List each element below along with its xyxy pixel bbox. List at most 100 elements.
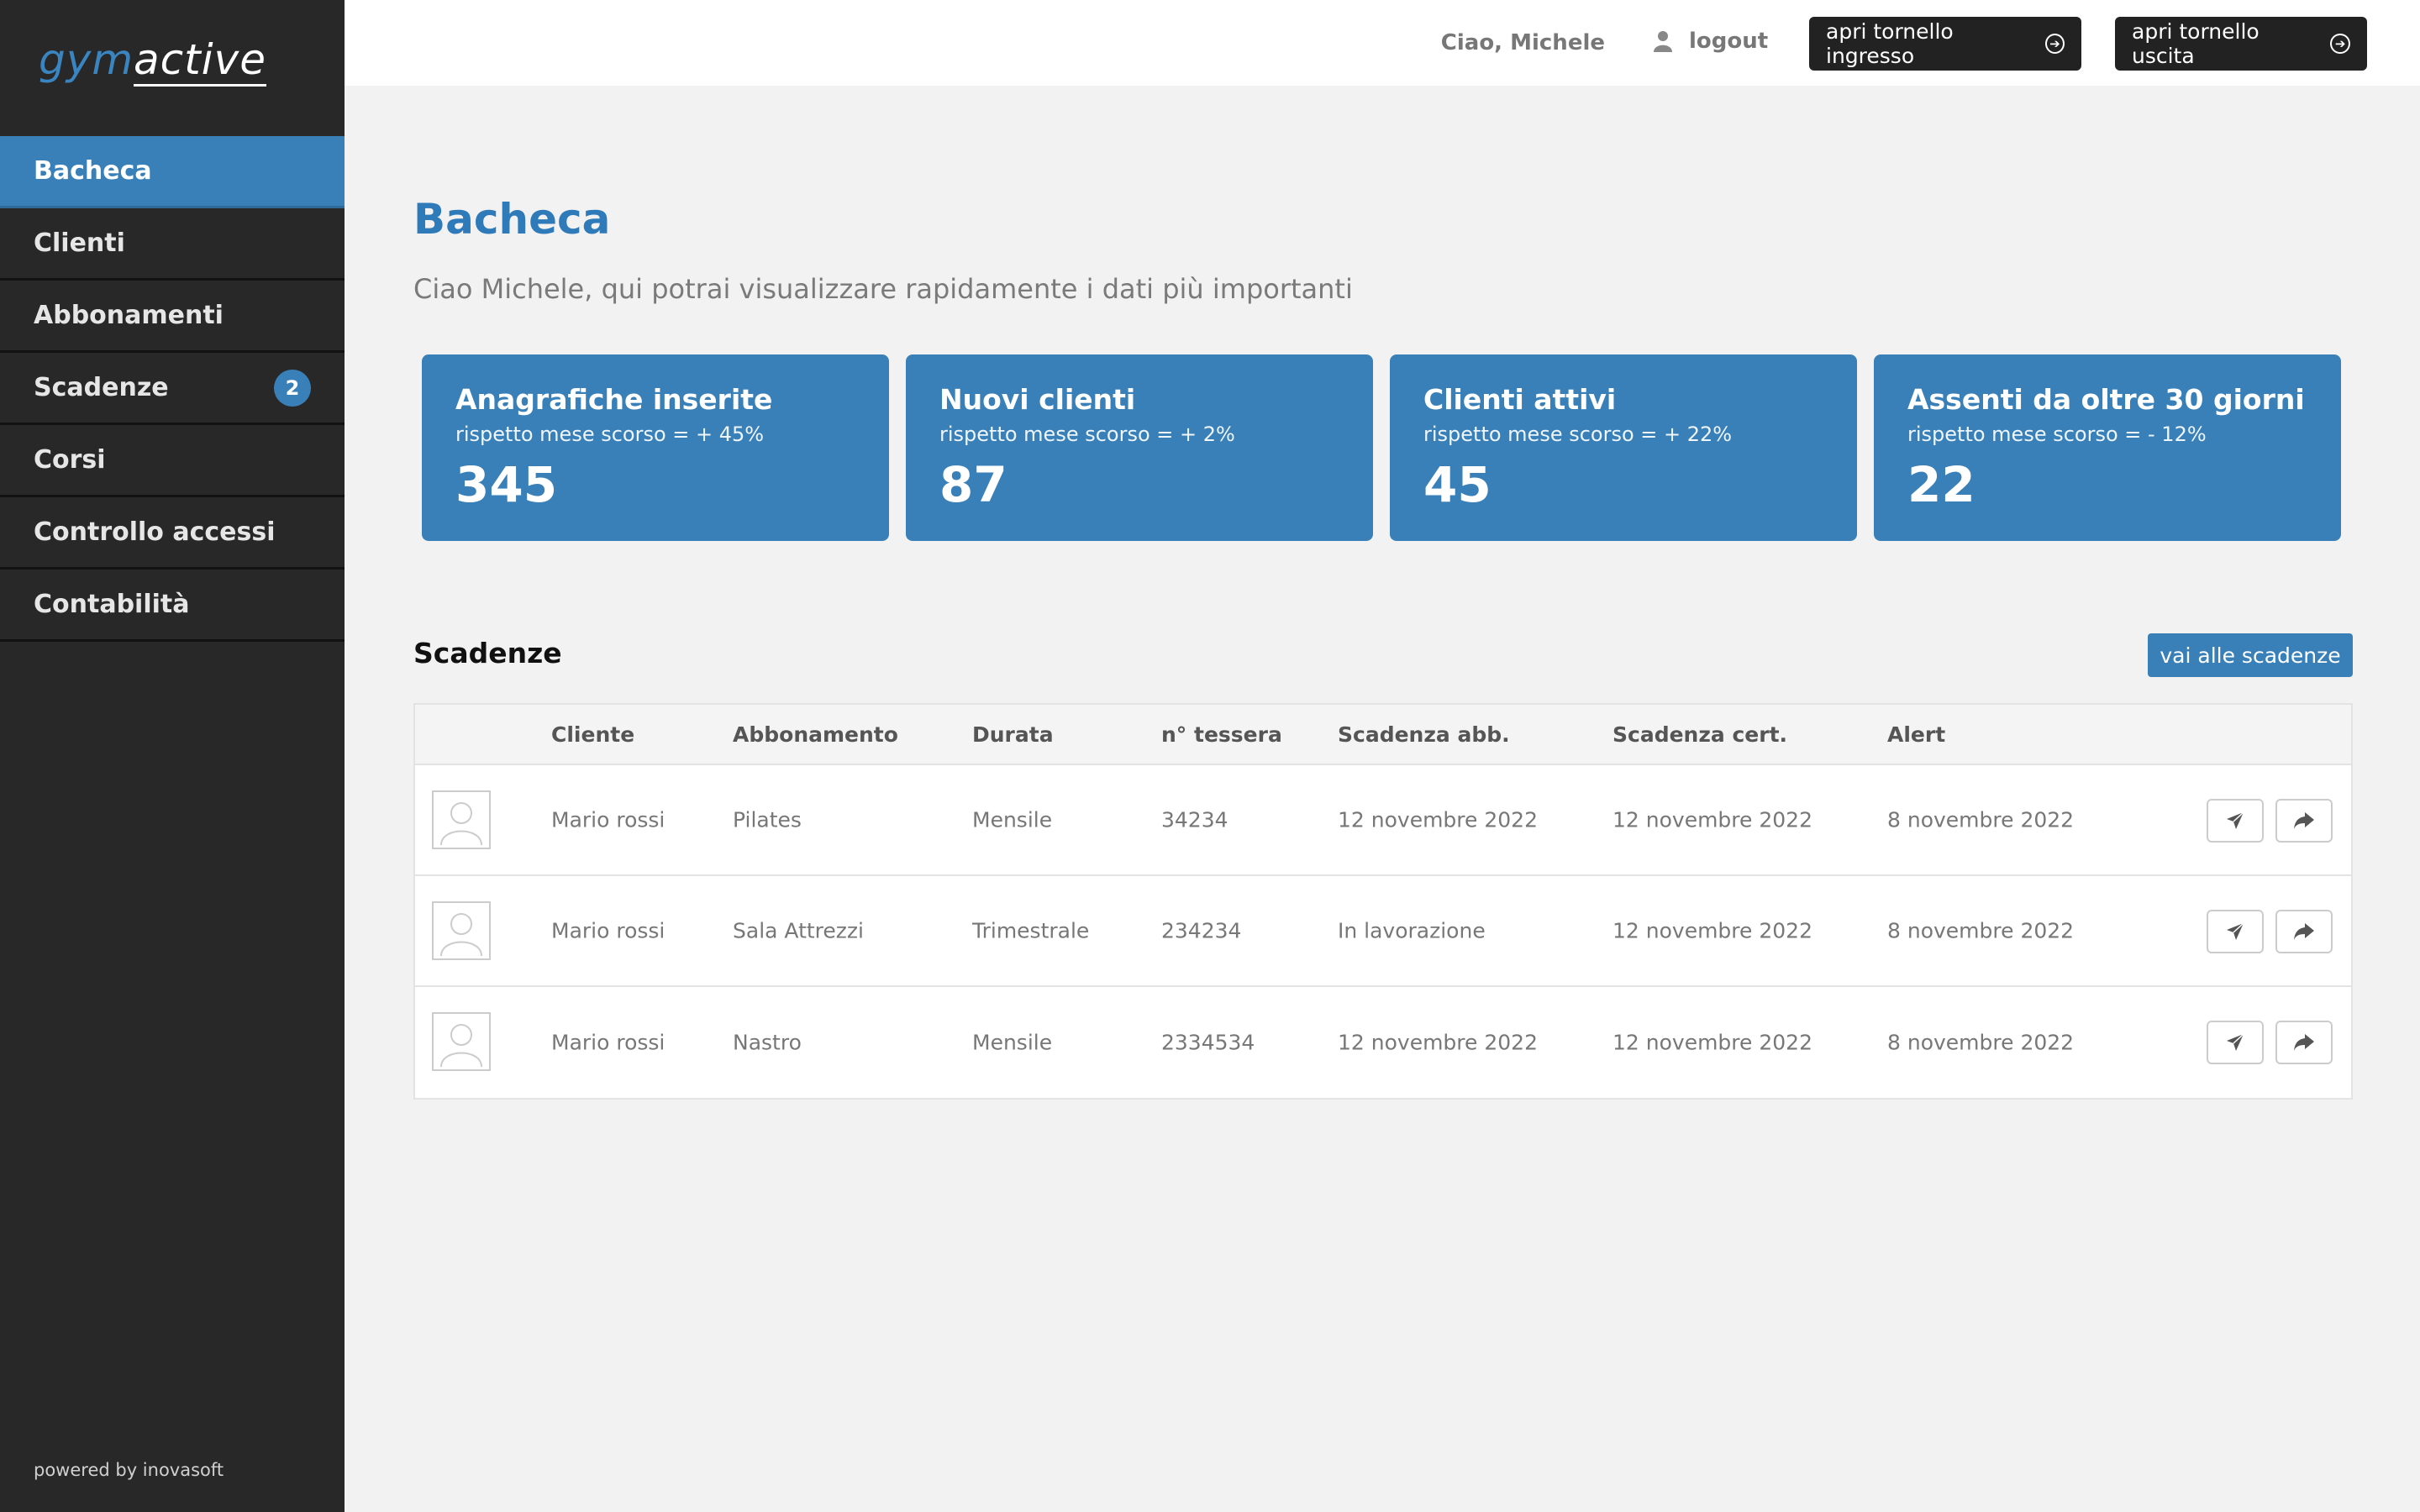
sidebar-item-label: Contabilità (34, 590, 190, 619)
page-title: Bacheca (413, 195, 611, 244)
cell-scadenza-cert: 12 novembre 2022 (1612, 807, 1812, 832)
open-exit-label: apri tornello uscita (2132, 19, 2260, 68)
stat-card-title: Nuovi clienti (939, 383, 1136, 416)
cell-abbonamento: Sala Attrezzi (733, 918, 864, 943)
stat-card-assenti: Assenti da oltre 30 giorni rispetto mese… (1874, 354, 2341, 541)
column-header-scadenza-abb[interactable]: Scadenza abb. (1338, 722, 1510, 747)
stat-card-value: 87 (939, 456, 1007, 513)
scadenze-count-badge: 2 (274, 369, 311, 407)
open-entrance-turnstile-button[interactable]: apri tornello ingresso ➔ (1809, 17, 2081, 71)
table-header: Cliente Abbonamento Durata n° tessera Sc… (415, 705, 2351, 765)
user-placeholder-icon (440, 802, 482, 845)
logout-link[interactable]: logout (1654, 29, 1768, 54)
cell-scadenza-cert: 12 novembre 2022 (1612, 1030, 1812, 1055)
column-header-abbonamento[interactable]: Abbonamento (733, 722, 898, 747)
go-to-scadenze-button[interactable]: vai alle scadenze (2148, 633, 2353, 677)
scadenze-section-title: Scadenze (413, 637, 562, 669)
sidebar: gymactive Bacheca Clienti Abbonamenti Sc… (0, 0, 345, 1512)
column-header-cliente[interactable]: Cliente (551, 722, 634, 747)
cell-cliente: Mario rossi (551, 1030, 666, 1055)
column-header-tessera[interactable]: n° tessera (1161, 722, 1282, 747)
cell-scadenza-cert: 12 novembre 2022 (1612, 918, 1812, 943)
stat-card-subtitle: rispetto mese scorso = + 45% (455, 423, 765, 446)
brand-part-gym: gym (39, 35, 134, 84)
column-header-durata[interactable]: Durata (972, 722, 1054, 747)
top-bar: Ciao, Michele logout apri tornello ingre… (345, 0, 2420, 86)
send-button[interactable] (2207, 799, 2264, 843)
paper-plane-icon (2227, 811, 2244, 829)
stat-card-clienti-attivi: Clienti attivi rispetto mese scorso = + … (1390, 354, 1857, 541)
sidebar-item-label: Abbonamenti (34, 301, 224, 330)
cell-alert: 8 novembre 2022 (1887, 807, 2075, 832)
share-arrow-icon (2294, 1034, 2314, 1051)
stat-card-nuovi-clienti: Nuovi clienti rispetto mese scorso = + 2… (906, 354, 1373, 541)
sidebar-item-abbonamenti[interactable]: Abbonamenti (0, 281, 345, 353)
paper-plane-icon (2227, 1033, 2244, 1051)
sidebar-item-clienti[interactable]: Clienti (0, 208, 345, 281)
open-entrance-label: apri tornello ingresso (1826, 19, 1954, 68)
stat-card-subtitle: rispetto mese scorso = - 12% (1907, 423, 2207, 446)
brand-logo[interactable]: gymactive (39, 35, 267, 87)
avatar (432, 1012, 491, 1071)
forward-button[interactable] (2275, 1021, 2333, 1064)
sidebar-item-contabilita[interactable]: Contabilità (0, 570, 345, 642)
share-arrow-icon (2294, 923, 2314, 940)
cell-tessera: 34234 (1161, 807, 1228, 832)
logout-label: logout (1689, 29, 1769, 54)
sidebar-item-label: Bacheca (34, 156, 152, 186)
cell-scadenza-abb: 12 novembre 2022 (1338, 807, 1538, 832)
sidebar-nav: Bacheca Clienti Abbonamenti Scadenze 2 Co… (0, 136, 345, 642)
stat-card-value: 345 (455, 456, 558, 513)
paper-plane-icon (2227, 922, 2244, 940)
brand-part-active: active (134, 35, 267, 87)
table-row[interactable]: Mario rossi Nastro Mensile 2334534 12 no… (415, 987, 2351, 1098)
sidebar-item-label: Clienti (34, 228, 125, 258)
stat-card-value: 22 (1907, 456, 1975, 513)
stat-card-title: Assenti da oltre 30 giorni (1907, 383, 2305, 416)
stat-card-value: 45 (1423, 456, 1491, 513)
avatar (432, 901, 491, 960)
forward-button[interactable] (2275, 910, 2333, 953)
cell-alert: 8 novembre 2022 (1887, 1030, 2075, 1055)
cell-tessera: 2334534 (1161, 1030, 1255, 1055)
table-row[interactable]: Mario rossi Sala Attrezzi Trimestrale 23… (415, 876, 2351, 987)
stat-card-title: Anagrafiche inserite (455, 383, 773, 416)
open-exit-turnstile-button[interactable]: apri tornello uscita ➔ (2115, 17, 2367, 71)
share-arrow-icon (2294, 812, 2314, 829)
column-header-scadenza-cert[interactable]: Scadenza cert. (1612, 722, 1787, 747)
cell-cliente: Mario rossi (551, 807, 666, 832)
send-button[interactable] (2207, 910, 2264, 953)
cell-durata: Mensile (972, 1030, 1053, 1055)
user-greeting: Ciao, Michele (1440, 30, 1605, 55)
column-header-alert[interactable]: Alert (1887, 722, 1945, 747)
cell-scadenza-abb: 12 novembre 2022 (1338, 1030, 1538, 1055)
user-placeholder-icon (440, 913, 482, 956)
sidebar-item-scadenze[interactable]: Scadenze 2 (0, 353, 345, 425)
stat-card-title: Clienti attivi (1423, 383, 1617, 416)
avatar (432, 790, 491, 849)
stat-card-subtitle: rispetto mese scorso = + 2% (939, 423, 1235, 446)
sidebar-item-label: Scadenze (34, 373, 169, 402)
stat-cards: Anagrafiche inserite rispetto mese scors… (422, 354, 2341, 541)
stat-card-anagrafiche: Anagrafiche inserite rispetto mese scors… (422, 354, 889, 541)
cell-alert: 8 novembre 2022 (1887, 918, 2075, 943)
forward-button[interactable] (2275, 799, 2333, 843)
user-icon (1654, 31, 1672, 52)
cell-tessera: 234234 (1161, 918, 1242, 943)
sidebar-item-label: Controllo accessi (34, 517, 276, 547)
arrow-circle-right-icon: ➔ (2330, 34, 2350, 54)
cell-cliente: Mario rossi (551, 918, 666, 943)
cell-durata: Trimestrale (972, 918, 1090, 943)
sidebar-item-controllo-accessi[interactable]: Controllo accessi (0, 497, 345, 570)
powered-by: powered by inovasoft (34, 1460, 224, 1480)
user-placeholder-icon (440, 1024, 482, 1067)
send-button[interactable] (2207, 1021, 2264, 1064)
arrow-circle-right-icon: ➔ (2044, 34, 2065, 54)
table-row[interactable]: Mario rossi Pilates Mensile 34234 12 nov… (415, 765, 2351, 876)
cell-abbonamento: Pilates (733, 807, 802, 832)
sidebar-item-label: Corsi (34, 445, 106, 475)
sidebar-item-bacheca[interactable]: Bacheca (0, 136, 345, 208)
cell-durata: Mensile (972, 807, 1053, 832)
page-subtitle: Ciao Michele, qui potrai visualizzare ra… (413, 273, 1353, 305)
sidebar-item-corsi[interactable]: Corsi (0, 425, 345, 497)
